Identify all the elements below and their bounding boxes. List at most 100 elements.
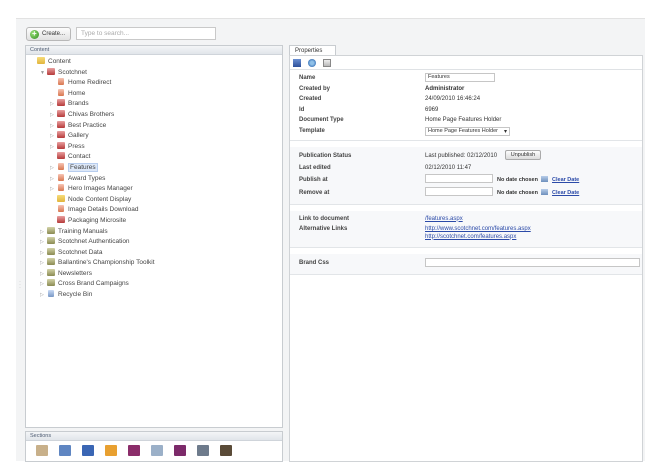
remove-at-clear-date[interactable]: Clear Date bbox=[552, 190, 579, 196]
tree-node[interactable]: ▷ Gallery bbox=[30, 131, 282, 142]
properties-panel: Name Features Created by Administrator C… bbox=[289, 55, 643, 462]
newsletter-section-icon[interactable] bbox=[197, 445, 209, 456]
folder-icon bbox=[57, 194, 65, 202]
expand-arrow-icon[interactable]: ▷ bbox=[40, 269, 47, 280]
alternative-links-row: Alternative Links http://www.scotchnet.c… bbox=[290, 224, 642, 243]
link-to-document-value[interactable]: /features.aspx bbox=[425, 214, 463, 225]
site-icon bbox=[47, 279, 55, 287]
unpublish-button[interactable]: Unpublish bbox=[504, 150, 542, 161]
publish-at-input[interactable] bbox=[425, 174, 493, 184]
tree-node-label: Scotchnet Authentication bbox=[58, 238, 130, 246]
alternative-link-2[interactable]: http://scotchnet.com/features.aspx bbox=[425, 234, 516, 240]
remove-at-input[interactable] bbox=[425, 187, 493, 197]
sections-panel-title: Sections bbox=[26, 432, 282, 441]
expand-arrow-icon[interactable]: ▷ bbox=[50, 121, 57, 132]
template-select[interactable]: Home Page Features Holder bbox=[425, 126, 510, 136]
tree-node[interactable]: ▷ Cross Brand Campaigns bbox=[30, 279, 282, 290]
media-section-icon[interactable] bbox=[59, 445, 71, 456]
members-section-icon[interactable] bbox=[151, 445, 163, 456]
tree-node-label: Ballantine's Championship Toolkit bbox=[58, 259, 155, 267]
calendar-icon[interactable] bbox=[541, 189, 549, 196]
create-button-label: Create... bbox=[42, 31, 66, 37]
tree-node[interactable]: ▷ Press bbox=[30, 141, 282, 153]
document-type-value: Home Page Features Holder bbox=[425, 117, 502, 123]
expand-arrow-icon[interactable]: ▷ bbox=[40, 279, 47, 290]
remove-at-label: Remove at bbox=[299, 189, 330, 196]
create-button[interactable]: Create... bbox=[26, 27, 71, 41]
site-icon bbox=[47, 258, 55, 266]
site-icon bbox=[47, 268, 55, 276]
general-properties: Name Features Created by Administrator C… bbox=[290, 70, 642, 141]
recycle-bin-icon bbox=[48, 290, 54, 298]
tree-node[interactable]: ▷ Features bbox=[30, 162, 282, 174]
publication-status-row: Publication Status Last published: 02/12… bbox=[290, 150, 642, 163]
tree-node[interactable]: ▷ Training Manuals bbox=[30, 226, 282, 238]
tree-node[interactable]: ▷ Chivas Brothers bbox=[30, 109, 282, 121]
expand-arrow-icon[interactable]: ▷ bbox=[50, 131, 57, 142]
tree-node[interactable]: ▷ Ballantine's Championship Toolkit bbox=[30, 258, 282, 269]
tree-node-label: Cross Brand Campaigns bbox=[58, 280, 129, 288]
brand-css-input[interactable] bbox=[425, 257, 640, 267]
expand-arrow-icon[interactable]: ▷ bbox=[40, 237, 47, 248]
template-label: Template bbox=[299, 127, 325, 134]
calendar-icon[interactable] bbox=[541, 176, 549, 183]
search-input[interactable]: Type to search... bbox=[76, 27, 216, 40]
tree-node-label: Image Details Download bbox=[68, 206, 139, 214]
site-icon bbox=[47, 237, 55, 245]
save-publish-icon[interactable] bbox=[307, 59, 316, 67]
tree-node[interactable]: ▷ Scotchnet Data bbox=[30, 247, 282, 259]
expand-arrow-icon[interactable]: ▷ bbox=[50, 99, 57, 110]
tree-node[interactable]: Node Content Display bbox=[30, 194, 282, 206]
content-section-icon[interactable] bbox=[36, 445, 48, 456]
preview-icon[interactable] bbox=[322, 59, 331, 67]
content-panel: Content Content ▼ Scotchnet Home Redirect Ho… bbox=[25, 45, 283, 428]
tree-node-label: Press bbox=[68, 142, 85, 150]
last-edited-value: 02/12/2010 11:47 bbox=[425, 165, 472, 171]
save-icon[interactable] bbox=[293, 59, 301, 67]
tree-node[interactable]: ▷ Brands bbox=[30, 99, 282, 110]
expand-arrow-icon[interactable]: ▷ bbox=[50, 110, 57, 121]
tree-node[interactable]: Content bbox=[30, 57, 282, 68]
tree-node[interactable]: ▷ Newsletters bbox=[30, 268, 282, 280]
tree-node[interactable]: Home Redirect bbox=[30, 78, 282, 89]
tree-node[interactable]: Image Details Download bbox=[30, 205, 282, 216]
tree-node[interactable]: ▷ Recycle Bin bbox=[30, 290, 282, 301]
users-section-icon[interactable] bbox=[82, 445, 94, 456]
name-input[interactable]: Features bbox=[425, 73, 495, 82]
tree-node[interactable]: ▼ Scotchnet bbox=[30, 67, 282, 79]
tree-node[interactable]: ▷ Scotchnet Authentication bbox=[30, 237, 282, 248]
expand-arrow-icon[interactable]: ▷ bbox=[40, 258, 47, 269]
link-to-document-row: Link to document /features.aspx bbox=[290, 214, 642, 225]
tree-node-label: Contact bbox=[68, 153, 91, 161]
tree-node-label: Newsletters bbox=[58, 269, 92, 277]
expand-arrow-icon[interactable]: ▷ bbox=[40, 227, 47, 238]
tree-node-label: Hero Images Manager bbox=[68, 185, 133, 193]
tree-node[interactable]: Contact bbox=[30, 152, 282, 163]
splitter-handle[interactable]: · · · bbox=[19, 279, 24, 291]
film-section-icon[interactable] bbox=[220, 445, 232, 456]
expand-arrow-icon[interactable]: ▷ bbox=[40, 248, 47, 259]
template-row: Template Home Page Features Holder bbox=[290, 126, 642, 137]
tree-node[interactable]: ▷ Best Practice bbox=[30, 120, 282, 132]
expand-arrow-icon[interactable]: ▷ bbox=[50, 174, 57, 185]
settings-section-icon[interactable] bbox=[105, 445, 117, 456]
developer-section-icon[interactable] bbox=[128, 445, 140, 456]
tab-properties[interactable]: Properties bbox=[289, 45, 336, 55]
publish-at-row: Publish at No date chosen Clear Date bbox=[290, 174, 642, 187]
tree-node[interactable]: ▷ Award Types bbox=[30, 173, 282, 185]
expand-arrow-icon[interactable]: ▷ bbox=[50, 142, 57, 153]
alternative-links-label: Alternative Links bbox=[299, 226, 348, 232]
tree-node[interactable]: ▷ Hero Images Manager bbox=[30, 184, 282, 195]
top-toolbar: Create... Type to search... bbox=[26, 27, 286, 41]
expand-arrow-icon[interactable]: ▼ bbox=[40, 68, 47, 79]
expand-arrow-icon[interactable]: ▷ bbox=[40, 290, 47, 301]
expand-arrow-icon[interactable]: ▷ bbox=[50, 184, 57, 195]
translation-section-icon[interactable] bbox=[174, 445, 186, 456]
tree-node[interactable]: Home bbox=[30, 88, 282, 100]
publish-at-clear-date[interactable]: Clear Date bbox=[552, 177, 579, 183]
tree-node[interactable]: Packaging Microsite bbox=[30, 215, 282, 227]
expand-arrow-icon[interactable]: ▷ bbox=[50, 163, 57, 174]
alternative-link-1[interactable]: http://www.scotchnet.com/features.aspx bbox=[425, 226, 531, 232]
tree-node-label: Chivas Brothers bbox=[68, 110, 115, 118]
app-frame: Create... Type to search... Content Cont… bbox=[16, 18, 645, 462]
